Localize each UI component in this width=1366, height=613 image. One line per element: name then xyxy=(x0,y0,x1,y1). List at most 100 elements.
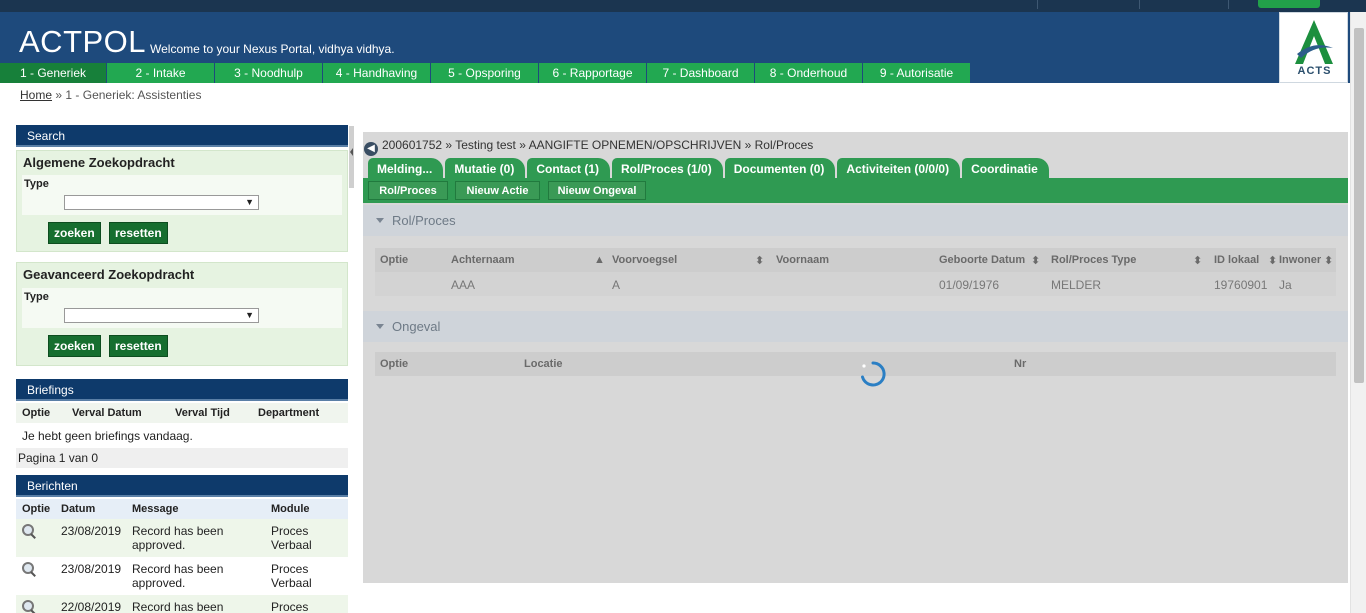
column-header[interactable]: Optie xyxy=(380,254,408,266)
column-header[interactable]: Inwoner xyxy=(1279,254,1321,266)
rol-proces-section-header[interactable]: Rol/Proces xyxy=(363,205,1348,236)
tab-melding[interactable]: Melding... xyxy=(368,158,444,178)
loading-spinner-icon xyxy=(861,361,886,387)
record-tabs: Melding... Mutatie (0) Contact (1) Rol/P… xyxy=(368,158,1051,178)
column-header[interactable]: Verval Datum xyxy=(66,403,169,423)
column-header[interactable]: Rol/Proces Type xyxy=(1051,254,1136,266)
column-header[interactable]: Verval Tijd xyxy=(169,403,252,423)
rol-proces-button[interactable]: Rol/Proces xyxy=(368,181,448,200)
basic-search-inner: Type ▼ xyxy=(22,175,342,215)
column-header[interactable]: Datum xyxy=(55,499,126,519)
column-header[interactable]: Module xyxy=(265,499,348,519)
sort-icon[interactable]: ⬍ xyxy=(1268,254,1277,267)
back-arrow-icon[interactable]: ◀ xyxy=(364,142,378,156)
breadcrumb-separator: » xyxy=(55,88,63,102)
column-header[interactable]: Geboorte Datum xyxy=(939,254,1025,266)
acts-logo[interactable]: ACTS xyxy=(1279,12,1348,83)
basic-search-box: Algemene Zoekopdracht Type ▼ zoeken rese… xyxy=(16,150,348,252)
top-divider xyxy=(1037,0,1038,9)
nav-dashboard[interactable]: 7 - Dashboard xyxy=(647,63,755,83)
top-divider xyxy=(1228,0,1229,9)
cell-id-lokaal: 19760901 xyxy=(1214,278,1268,292)
sort-icon[interactable]: ⬍ xyxy=(1324,254,1333,267)
nav-onderhoud[interactable]: 8 - Onderhoud xyxy=(755,63,863,83)
basic-type-label: Type xyxy=(24,178,49,190)
panel-splitter[interactable] xyxy=(349,126,354,188)
logo-text: ACTS xyxy=(1297,65,1332,77)
column-header[interactable]: Locatie xyxy=(524,358,563,370)
cell-voorvoegsel: A xyxy=(612,278,621,292)
top-strip xyxy=(0,0,1366,12)
tab-rol-proces[interactable]: Rol/Proces (1/0) xyxy=(612,158,723,178)
search-panel-header: Search xyxy=(16,125,348,147)
advanced-reset-button[interactable]: resetten xyxy=(109,335,168,357)
advanced-search-inner: Type ▼ xyxy=(22,288,342,328)
collapse-triangle-icon xyxy=(376,218,384,223)
chevron-down-icon: ▼ xyxy=(245,310,254,320)
sort-icon[interactable]: ⬍ xyxy=(1193,254,1202,267)
tab-documenten[interactable]: Documenten (0) xyxy=(724,158,836,178)
sort-icon[interactable]: ⬍ xyxy=(1031,254,1040,267)
column-header[interactable]: Optie xyxy=(16,499,55,519)
advanced-type-select[interactable]: ▼ xyxy=(64,308,259,323)
basic-reset-button[interactable]: resetten xyxy=(109,222,168,244)
column-header[interactable]: Message xyxy=(126,499,265,519)
row-module: Proces Verbaal xyxy=(265,557,348,595)
section-title-text: Rol/Proces xyxy=(392,213,456,228)
cell-achternaam: AAA xyxy=(451,278,476,292)
magnifier-icon[interactable] xyxy=(22,524,36,538)
basic-search-button[interactable]: zoeken xyxy=(48,222,101,244)
ongeval-section-header[interactable]: Ongeval xyxy=(363,311,1348,342)
basic-type-select[interactable]: ▼ xyxy=(64,195,259,210)
advanced-search-button[interactable]: zoeken xyxy=(48,335,101,357)
row-option xyxy=(16,595,55,613)
briefings-table: Optie Verval Datum Verval Tijd Departmen… xyxy=(16,403,348,423)
row-date: 23/08/2019 xyxy=(55,519,126,557)
top-green-button[interactable] xyxy=(1258,0,1320,8)
page-scrollbar[interactable] xyxy=(1350,12,1366,613)
scrollbar-thumb[interactable] xyxy=(1354,28,1364,383)
section-title: Ongeval xyxy=(376,319,440,334)
top-divider xyxy=(1139,0,1140,9)
table-row: 22/08/2019 Record has been Proces xyxy=(16,595,348,613)
new-accident-button[interactable]: Nieuw Ongeval xyxy=(548,181,646,200)
acts-logo-icon xyxy=(1295,20,1333,64)
row-option xyxy=(16,557,55,595)
magnifier-icon[interactable] xyxy=(22,562,36,576)
new-action-button[interactable]: Nieuw Actie xyxy=(455,181,540,200)
column-header[interactable]: Nr xyxy=(1014,358,1026,370)
column-header[interactable]: Voornaam xyxy=(776,254,829,266)
nav-noodhulp[interactable]: 3 - Noodhulp xyxy=(215,63,323,83)
nav-handhaving[interactable]: 4 - Handhaving xyxy=(323,63,431,83)
tab-activiteiten[interactable]: Activiteiten (0/0/0) xyxy=(837,158,961,178)
column-header[interactable]: Optie xyxy=(16,403,66,423)
magnifier-icon[interactable] xyxy=(22,600,36,613)
advanced-search-box: Geavanceerd Zoekopdracht Type ▼ zoeken r… xyxy=(16,262,348,366)
row-message: Record has been approved. xyxy=(126,519,265,557)
header: ACTPOL Welcome to your Nexus Portal, vid… xyxy=(0,12,1350,83)
table-row[interactable]: AAA A 01/09/1976 MELDER 19760901 Ja xyxy=(375,272,1336,296)
briefings-empty-message: Je hebt geen briefings vandaag. xyxy=(16,424,348,448)
nav-opsporing[interactable]: 5 - Opsporing xyxy=(431,63,539,83)
column-header[interactable]: Optie xyxy=(380,358,408,370)
tab-mutatie[interactable]: Mutatie (0) xyxy=(445,158,526,178)
tab-coordinatie[interactable]: Coordinatie xyxy=(962,158,1049,178)
column-header[interactable]: Voorvoegsel xyxy=(612,254,677,266)
brand-title: ACTPOL xyxy=(19,24,147,59)
column-header[interactable]: ID lokaal xyxy=(1214,254,1259,266)
nav-generiek[interactable]: 1 - Generiek xyxy=(0,63,107,83)
row-date: 23/08/2019 xyxy=(55,557,126,595)
nav-autorisatie[interactable]: 9 - Autorisatie xyxy=(863,63,971,83)
nav-rapportage[interactable]: 6 - Rapportage xyxy=(539,63,647,83)
cell-rol-type: MELDER xyxy=(1051,278,1102,292)
breadcrumb-home-link[interactable]: Home xyxy=(20,88,52,102)
main-nav: 1 - Generiek 2 - Intake 3 - Noodhulp 4 -… xyxy=(0,63,971,83)
column-header[interactable]: Achternaam xyxy=(451,254,515,266)
tab-contact[interactable]: Contact (1) xyxy=(527,158,611,178)
sort-icon[interactable]: ⬍ xyxy=(755,254,764,267)
column-header[interactable]: Department xyxy=(252,403,348,423)
nav-intake[interactable]: 2 - Intake xyxy=(107,63,215,83)
row-message: Record has been xyxy=(126,595,265,613)
sort-up-icon[interactable]: ▲ xyxy=(594,254,605,266)
berichten-header: Berichten xyxy=(16,475,348,497)
